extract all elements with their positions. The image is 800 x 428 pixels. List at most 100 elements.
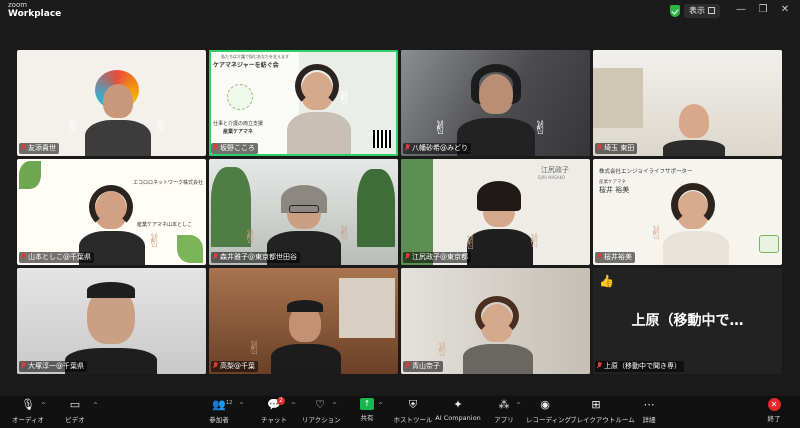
video-button[interactable]: ▭ ビデオ xyxy=(60,398,90,424)
video-tile[interactable]: 大塚淳一@千葉県 xyxy=(17,268,206,374)
video-tile[interactable]: ✌ ✌ 森井雅子@東京都世田谷 xyxy=(209,159,398,265)
mic-muted-icon xyxy=(405,144,410,151)
video-tile[interactable]: 埼玉 東田 xyxy=(593,50,782,156)
background-romaji: EJIRI MASAKO xyxy=(538,175,566,180)
encryption-shield-icon[interactable] xyxy=(670,5,680,17)
background-name: 江尻政子 xyxy=(541,166,569,174)
peace-hand-icon: ✌ xyxy=(147,231,163,252)
video-tile[interactable]: ✌ ✌ 友添貴世 xyxy=(17,50,206,156)
person-label: 桜井 裕美 xyxy=(599,186,630,194)
video-tile[interactable]: 私たちは介護で悩むあなたを支えます ケアマネジャーを紡ぐ会 仕事と介護の両立支援… xyxy=(209,50,398,156)
peace-hand-icon: ✌ xyxy=(527,231,543,252)
care-slide: 私たちは介護で悩むあなたを支えます ケアマネジャーを紡ぐ会 仕事と介護の両立支援… xyxy=(209,50,299,156)
grid-icon xyxy=(708,7,715,14)
chat-icon: 💬 2 xyxy=(267,397,285,411)
participant-hair xyxy=(477,181,521,211)
shelf xyxy=(339,278,395,338)
peace-hand-icon: ✌ xyxy=(65,116,81,137)
participant-body xyxy=(287,112,351,156)
care-logo xyxy=(227,84,253,110)
slide-org: 産業ケアマネ xyxy=(223,129,254,135)
peace-hand-icon: ✌ xyxy=(433,118,449,139)
share-button[interactable]: ↑ 共有 xyxy=(356,398,378,422)
participant-name: 山本としこ@千葉県 xyxy=(19,252,94,263)
share-screen-icon: ↑ xyxy=(360,398,374,410)
maximize-icon[interactable]: ❐ xyxy=(756,3,770,17)
breakout-rooms-button[interactable]: ⊞ ブレイクアウトルーム xyxy=(570,398,635,424)
shelf xyxy=(593,68,643,128)
chat-options-caret[interactable]: ^ xyxy=(291,402,296,409)
mic-muted-icon xyxy=(597,362,602,369)
view-button[interactable]: 表示 xyxy=(684,4,720,18)
chat-button[interactable]: 💬 2 チャット xyxy=(259,397,289,424)
participant-body xyxy=(663,140,725,156)
participant-name: 江尻政子@東京都 xyxy=(403,252,471,263)
participant-name: 上原（移動中で聞き専） xyxy=(595,361,684,372)
audio-button[interactable]: 🎙 オーディオ xyxy=(12,398,44,424)
video-tile[interactable]: ✌ 高梨@千葉 xyxy=(209,268,398,374)
microphone-icon: 🎙 xyxy=(21,398,35,411)
logo-line1: zoom xyxy=(8,1,28,9)
qr-code-icon xyxy=(373,130,391,148)
person-label: 山本としこ xyxy=(167,222,193,228)
participants-options-caret[interactable]: ^ xyxy=(239,402,244,409)
peace-hand-icon: ✌ xyxy=(243,227,259,248)
host-tools-button[interactable]: ⛨ ホストツール xyxy=(393,398,433,424)
role-label: 産業ケアマネ xyxy=(137,222,168,228)
share-options-caret[interactable]: ^ xyxy=(378,402,383,409)
mic-muted-icon xyxy=(597,253,602,260)
video-options-caret[interactable]: ^ xyxy=(93,402,98,409)
more-button[interactable]: ⋯ 詳細 xyxy=(638,398,660,424)
video-tile[interactable]: ✌ ✌ 八幡砂希@みどり xyxy=(401,50,590,156)
breakout-rooms-icon: ⊞ xyxy=(591,398,601,411)
participant-name: 大塚淳一@千葉県 xyxy=(19,361,87,372)
record-icon: ◉ xyxy=(540,398,550,411)
minimize-icon[interactable]: — xyxy=(734,3,748,17)
close-icon[interactable]: ✕ xyxy=(778,3,792,17)
participant-display-name: 上原（移動中で… xyxy=(631,313,744,329)
slide-title: ケアマネジャーを紡ぐ会 xyxy=(213,62,279,69)
mic-muted-icon xyxy=(405,253,410,260)
audio-options-caret[interactable]: ^ xyxy=(41,402,46,409)
participant-hair xyxy=(475,296,519,336)
participant-hair xyxy=(295,64,339,108)
participant-body xyxy=(271,344,341,374)
participant-name: 森井雅子@東京都世田谷 xyxy=(211,252,300,263)
mic-muted-icon xyxy=(21,253,26,260)
video-tile[interactable]: ✌ 青山奈子 xyxy=(401,268,590,374)
view-label: 表示 xyxy=(689,6,705,15)
video-tile[interactable]: 江尻政子 EJIRI MASAKO ✌ ✌ 江尻政子@東京都 xyxy=(401,159,590,265)
meeting-toolbar: 🎙 オーディオ ^ ▭ ビデオ ^ 👥 12 参加者 ^ 💬 2 チャット ^ ♡ … xyxy=(0,396,800,428)
participant-name: 友添貴世 xyxy=(19,143,59,154)
participant-hair xyxy=(87,282,135,298)
participant-name: 桜井裕美 xyxy=(595,252,635,263)
end-call-icon: ✕ xyxy=(767,398,781,411)
peace-hand-icon: ✌ xyxy=(153,116,169,137)
video-tile[interactable]: エコロロネットワーク株式会社 産業ケアマネ 山本としこ ✌ 山本としこ@千葉県 xyxy=(17,159,206,265)
brand-logo xyxy=(759,235,779,253)
peace-hand-icon: ✌ xyxy=(435,340,451,361)
participant-face xyxy=(103,84,133,118)
ai-companion-button[interactable]: ✦ AI Companion xyxy=(435,398,481,422)
participant-face xyxy=(679,104,709,138)
participant-hair xyxy=(89,185,133,229)
mic-muted-icon xyxy=(213,362,218,369)
participant-body xyxy=(85,120,151,156)
chat-badge: 2 xyxy=(277,397,285,405)
record-button[interactable]: ◉ レコーディング xyxy=(526,398,571,424)
plant-graphic xyxy=(401,159,433,265)
leaf-graphic xyxy=(177,235,203,263)
video-tile[interactable]: 👍 上原（移動中で… 上原（移動中で聞き専） xyxy=(593,268,782,374)
video-tile[interactable]: 株式会社エンジョイライフサポーター 産業ケアマネ 桜井 裕美 ✌ 桜井裕美 xyxy=(593,159,782,265)
apps-button[interactable]: ⁂ アプリ xyxy=(492,398,516,424)
more-icon: ⋯ xyxy=(643,398,655,411)
peace-hand-icon: ✌ xyxy=(337,88,353,109)
participants-icon: 👥 12 xyxy=(212,398,233,411)
logo-line2: Workplace xyxy=(8,9,62,19)
peace-hand-icon: ✌ xyxy=(337,223,353,244)
leaf-graphic xyxy=(19,161,41,189)
reactions-options-caret[interactable]: ^ xyxy=(332,402,337,409)
participants-button[interactable]: 👥 12 参加者 xyxy=(202,398,236,424)
apps-options-caret[interactable]: ^ xyxy=(516,402,521,409)
end-meeting-button[interactable]: ✕ 終了 xyxy=(762,398,786,423)
